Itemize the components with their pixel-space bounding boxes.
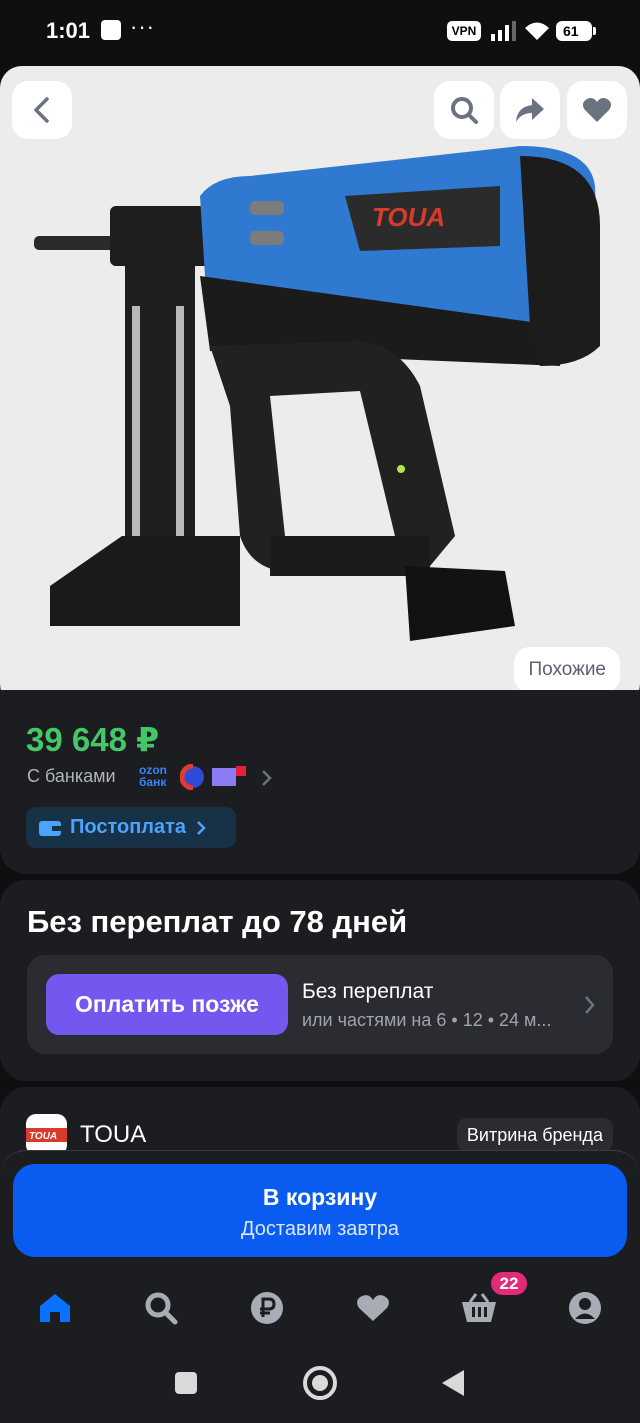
heart-icon xyxy=(582,98,612,122)
nail-gun-image: TOUA xyxy=(34,146,600,641)
wallet-icon xyxy=(39,820,61,836)
postpay-button[interactable]: Постоплата xyxy=(26,807,236,848)
brand-logo[interactable]: TOUA xyxy=(26,1114,67,1155)
chevron-left-icon xyxy=(34,97,49,123)
installments-card: Без переплат до 78 дней Оплатить позже Б… xyxy=(0,880,640,1081)
tab-finance[interactable] xyxy=(245,1286,289,1330)
system-nav-bar xyxy=(0,1336,640,1423)
tab-profile[interactable] xyxy=(563,1286,607,1330)
brand-storefront-button[interactable]: Витрина бренда xyxy=(456,1118,613,1152)
status-time: 1:01 xyxy=(46,18,91,43)
tab-catalog[interactable] xyxy=(139,1286,183,1330)
vpn-icon: VPN xyxy=(447,21,481,41)
basket-icon xyxy=(462,1293,496,1322)
banks-label[interactable]: С банками xyxy=(27,766,116,787)
toua-logo: TOUA xyxy=(372,202,445,232)
recents-icon[interactable] xyxy=(173,1370,199,1396)
cart-badge: 22 xyxy=(489,1270,529,1297)
chevron-right-icon xyxy=(197,820,206,835)
favorite-button[interactable] xyxy=(567,81,627,139)
notification-icon xyxy=(101,20,121,40)
signal-icon xyxy=(491,21,516,41)
price-card: 39 648 ₽ С банками ozon банк Постоплата xyxy=(0,690,640,874)
more-notifications-icon: ··· xyxy=(130,14,155,39)
brand-mark-text: TOUA xyxy=(29,1131,57,1142)
battery-icon: 61 xyxy=(556,21,596,41)
back-nav-icon[interactable] xyxy=(440,1368,466,1398)
share-icon xyxy=(516,98,544,122)
ozon-bank-logo: ozon банк xyxy=(139,764,173,788)
back-button[interactable] xyxy=(12,81,72,139)
share-button[interactable] xyxy=(500,81,560,139)
bank-logo-icon xyxy=(180,764,204,790)
brand-name[interactable]: TOUA xyxy=(80,1121,146,1149)
installments-title: Без переплат до 78 дней xyxy=(27,904,408,939)
search-icon xyxy=(451,97,478,124)
product-price: 39 648 ₽ xyxy=(26,721,160,758)
add-to-cart-label: В корзину xyxy=(262,1184,378,1210)
installments-line2: или частями на 6 • 12 • 24 м... xyxy=(302,1010,552,1030)
ozon-bank-text: ozon банк xyxy=(139,763,167,789)
wifi-icon xyxy=(525,22,549,40)
bank-logo-icon-2 xyxy=(212,766,246,786)
profile-icon xyxy=(569,1292,601,1324)
ruble-icon xyxy=(251,1292,283,1324)
product-image-gallery[interactable]: TOUA Похожие xyxy=(0,66,640,706)
bottom-tab-bar: 22 xyxy=(0,1270,640,1336)
tab-favorites[interactable] xyxy=(351,1286,395,1330)
toua-brand-mark: TOUA xyxy=(26,1128,67,1142)
installments-offer[interactable]: Оплатить позже Без переплат или частями … xyxy=(27,955,613,1054)
search-button[interactable] xyxy=(434,81,494,139)
home-icon xyxy=(40,1294,70,1322)
cart-panel: В корзину Доставим завтра xyxy=(0,1150,640,1280)
tab-home[interactable] xyxy=(33,1286,77,1330)
chevron-right-icon[interactable] xyxy=(260,769,272,787)
similar-button[interactable]: Похожие xyxy=(514,647,620,693)
installments-line1: Без переплат xyxy=(302,980,434,1003)
heart-icon xyxy=(357,1295,389,1321)
pay-later-button[interactable]: Оплатить позже xyxy=(46,974,288,1035)
search-icon xyxy=(145,1292,178,1325)
chevron-right-icon xyxy=(585,996,595,1014)
add-to-cart-button[interactable]: В корзину Доставим завтра xyxy=(13,1164,627,1257)
delivery-label: Доставим завтра xyxy=(241,1218,399,1240)
home-nav-icon[interactable] xyxy=(302,1365,338,1401)
status-bar: 1:01 ··· VPN 61 xyxy=(0,0,640,62)
postpay-label: Постоплата xyxy=(70,816,187,838)
